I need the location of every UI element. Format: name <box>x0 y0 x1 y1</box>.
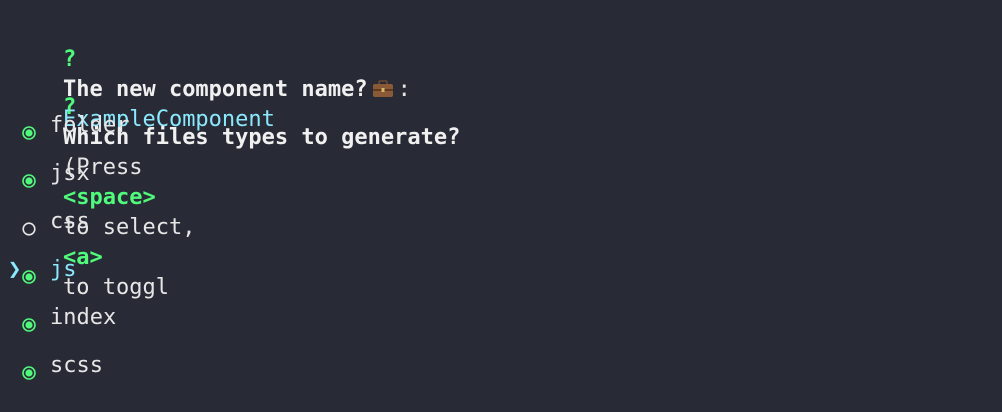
checked-radio-icon[interactable] <box>22 167 36 188</box>
option-label: css <box>50 209 90 234</box>
option-scss[interactable]: scss <box>0 351 400 381</box>
checked-radio-icon[interactable] <box>22 263 36 284</box>
option-css[interactable]: css <box>0 207 400 237</box>
checked-radio-icon[interactable] <box>22 311 36 332</box>
pointer-icon: ❯ <box>8 257 22 282</box>
option-index[interactable]: index <box>0 303 400 333</box>
terminal-window: ? The new component name? : ExampleCompo… <box>0 0 1002 412</box>
option-folder[interactable]: folder <box>0 111 400 141</box>
checked-radio-icon[interactable] <box>22 119 36 140</box>
option-label: scss <box>50 353 103 378</box>
checked-radio-icon[interactable] <box>22 359 36 380</box>
option-label: folder <box>50 113 130 138</box>
option-jsx[interactable]: jsx <box>0 159 400 189</box>
option-label: js <box>50 257 77 282</box>
option-label: jsx <box>50 161 90 186</box>
option-js[interactable]: ❯ js <box>0 255 400 285</box>
prompt-file-types: ? Which files types to generate? (Press … <box>10 63 460 300</box>
unchecked-radio-icon[interactable] <box>22 215 36 236</box>
prompt-component-name: ? The new component name? : ExampleCompo… <box>10 15 411 132</box>
option-label: index <box>50 305 117 330</box>
